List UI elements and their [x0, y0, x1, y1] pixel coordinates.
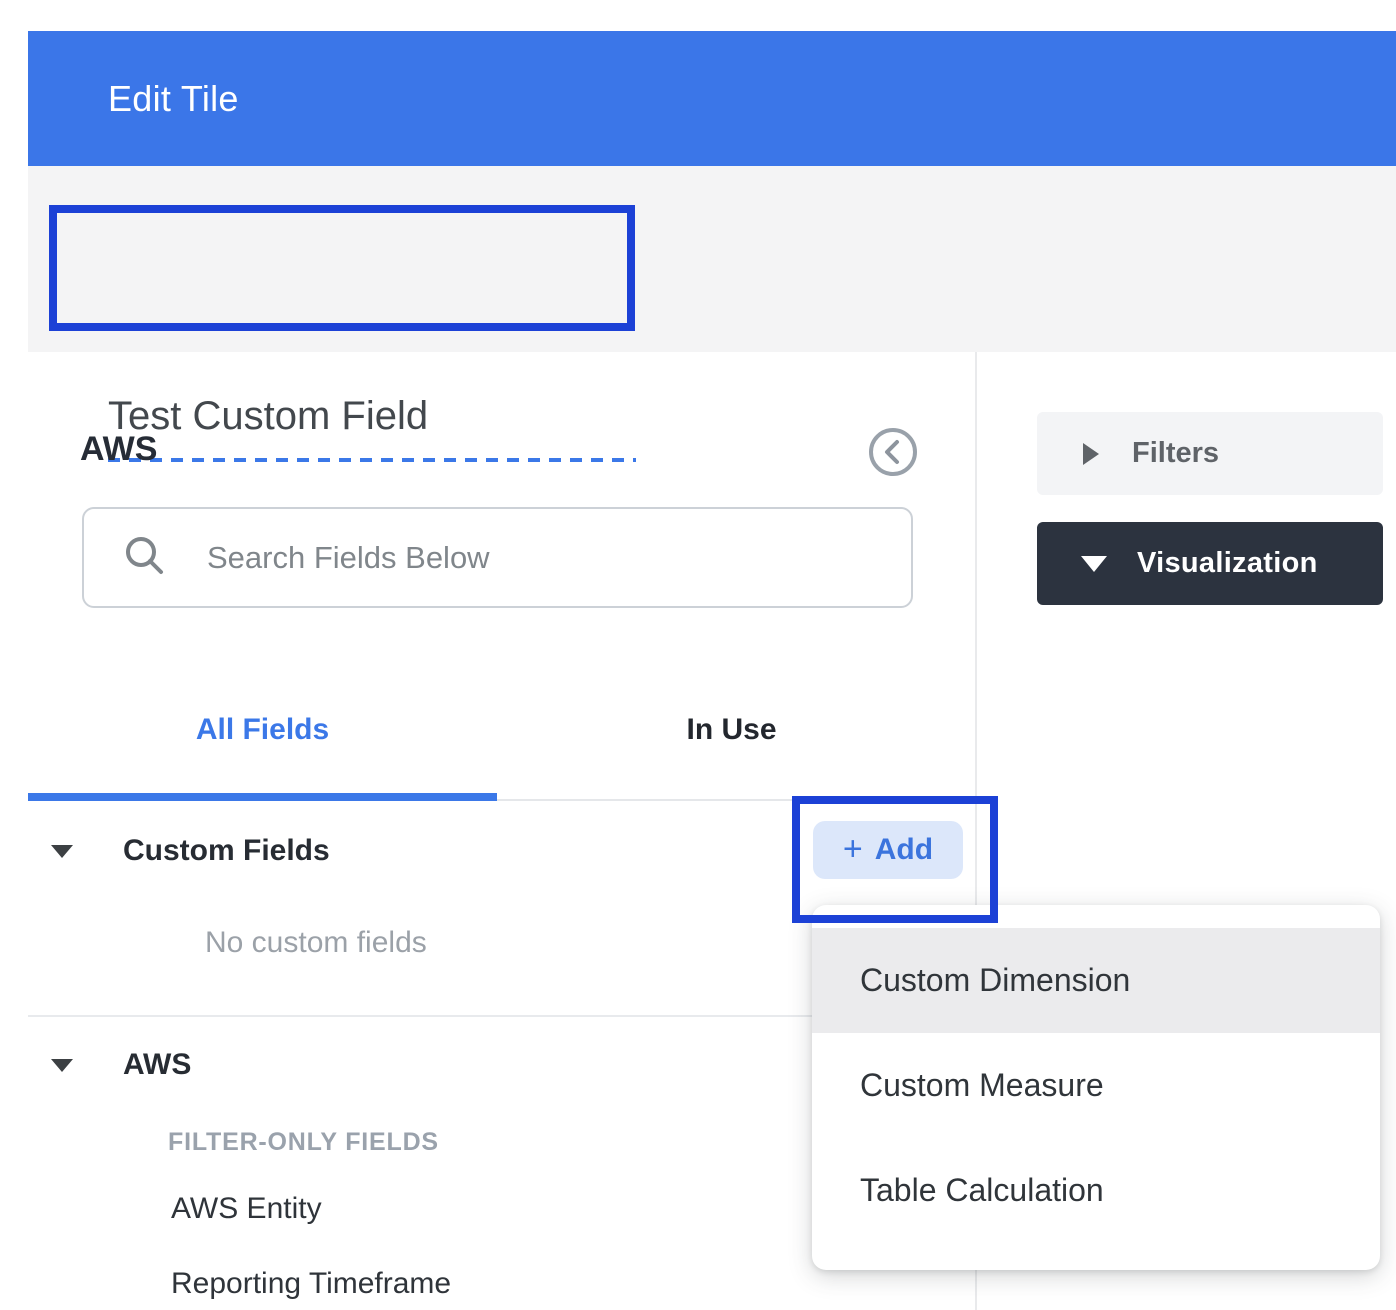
tile-title-section	[28, 166, 1396, 352]
chevron-left-circle-icon	[867, 465, 919, 482]
title-dashed-underline	[108, 458, 636, 462]
collapse-panel-button[interactable]	[867, 426, 919, 478]
no-custom-fields-text: No custom fields	[205, 926, 427, 960]
filters-section-toggle[interactable]: Filters	[1037, 412, 1383, 495]
fields-tabs: All Fields In Use	[28, 698, 966, 762]
plus-icon: +	[843, 832, 863, 866]
caret-down-icon[interactable]	[51, 845, 73, 858]
section-aws-label: AWS	[123, 1048, 191, 1082]
field-aws-entity[interactable]: AWS Entity	[171, 1192, 322, 1226]
group-label-filter-only-fields: FILTER-ONLY FIELDS	[168, 1128, 439, 1157]
search-icon	[122, 533, 168, 584]
add-button-label: Add	[875, 833, 933, 867]
active-tab-indicator	[28, 793, 497, 801]
search-input[interactable]	[82, 507, 913, 608]
dialog-header: Edit Tile	[28, 31, 1396, 166]
section-custom-fields-label: Custom Fields	[123, 834, 330, 868]
tile-title-input[interactable]	[108, 394, 628, 439]
triangle-right-icon	[1083, 443, 1099, 465]
tab-all-fields[interactable]: All Fields	[28, 698, 497, 762]
visualization-label: Visualization	[1137, 547, 1318, 580]
add-custom-field-button[interactable]: + Add	[813, 821, 963, 879]
menu-item-custom-dimension[interactable]: Custom Dimension	[812, 928, 1380, 1033]
edit-tile-dialog: Edit Tile AWS All Fields In Use Custom F…	[0, 0, 1396, 1310]
visualization-section-toggle[interactable]: Visualization	[1037, 522, 1383, 605]
menu-item-table-calculation[interactable]: Table Calculation	[812, 1138, 1380, 1243]
explore-name-heading: AWS	[80, 430, 157, 469]
dialog-title: Edit Tile	[108, 78, 239, 120]
menu-item-custom-measure[interactable]: Custom Measure	[812, 1033, 1380, 1138]
filters-label: Filters	[1132, 437, 1219, 470]
field-reporting-timeframe[interactable]: Reporting Timeframe	[171, 1267, 451, 1301]
caret-down-icon[interactable]	[51, 1059, 73, 1072]
add-field-dropdown-menu: Custom Dimension Custom Measure Table Ca…	[812, 905, 1380, 1270]
triangle-down-icon	[1081, 556, 1107, 572]
tab-in-use[interactable]: In Use	[497, 698, 966, 762]
